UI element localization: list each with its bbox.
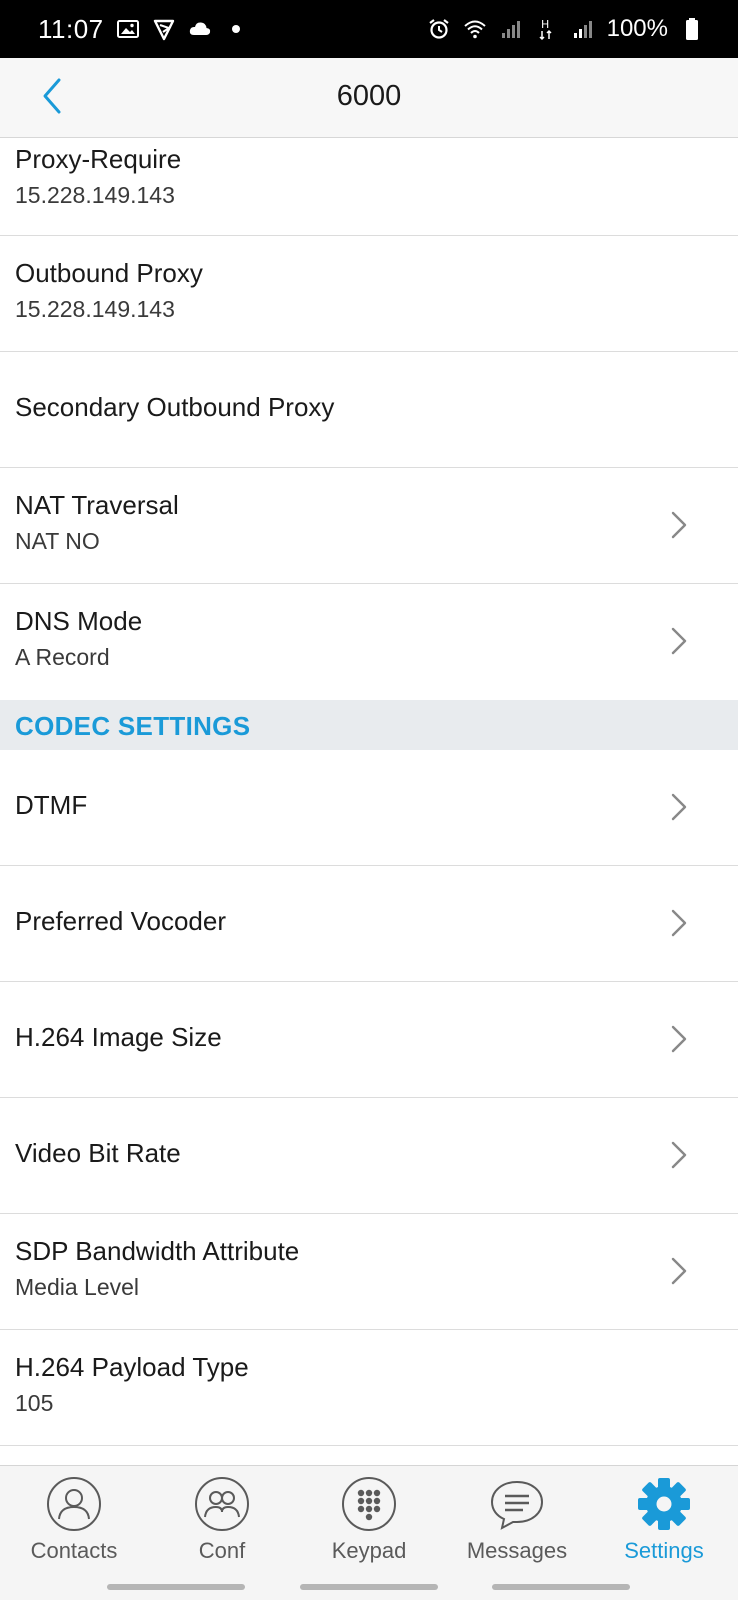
setting-value: NAT NO (15, 528, 100, 554)
setting-value: 105 (15, 1390, 54, 1416)
status-right: H 100% (427, 15, 704, 43)
signal-icon (499, 17, 523, 41)
setting-label: Secondary Outbound Proxy (15, 392, 335, 422)
cloud-icon (188, 17, 212, 41)
section-header-codec-settings: CODEC SETTINGS (0, 700, 738, 750)
battery-icon (680, 17, 704, 41)
settings-gear-icon (636, 1476, 692, 1532)
setting-value: Media Level (15, 1274, 140, 1300)
status-left: 11:07 (38, 14, 248, 45)
setting-label: Preferred Vocoder (15, 906, 227, 936)
chevron-right-icon (670, 626, 688, 656)
bottom-nav: Contacts Conf Keypad Messages Settings (0, 1465, 738, 1600)
setting-label: SDP Bandwidth Attribute (15, 1236, 300, 1266)
setting-row-proxy-require[interactable]: Proxy-Require 15.228.149.143 (0, 138, 738, 236)
app-notification-icon (152, 17, 176, 41)
chevron-right-icon (670, 792, 688, 822)
setting-value: A Record (15, 644, 110, 670)
hd-icon: H (535, 17, 559, 41)
setting-value: 15.228.149.143 (15, 296, 175, 322)
section-title: CODEC SETTINGS (15, 711, 251, 741)
setting-row-h264-payload-type[interactable]: H.264 Payload Type 105 (0, 1330, 738, 1446)
nav-label: Settings (624, 1538, 704, 1563)
nav-tab-settings[interactable]: Settings (590, 1476, 738, 1576)
wifi-icon (463, 17, 487, 41)
setting-row-h264-image-size[interactable]: H.264 Image Size (0, 982, 738, 1098)
setting-row-outbound-proxy[interactable]: Outbound Proxy 15.228.149.143 (0, 236, 738, 352)
status-time: 11:07 (38, 13, 104, 44)
nav-tab-messages[interactable]: Messages (443, 1476, 591, 1576)
settings-list[interactable]: Proxy-Require 15.228.149.143 Outbound Pr… (0, 138, 738, 1465)
page-title: 6000 (336, 80, 402, 112)
conference-icon (194, 1476, 250, 1532)
nav-label: Contacts (30, 1538, 118, 1563)
setting-row-dns-mode[interactable]: DNS Mode A Record (0, 584, 738, 700)
chevron-right-icon (670, 908, 688, 938)
setting-label: DTMF (15, 790, 88, 820)
setting-label: H.264 Image Size (15, 1022, 222, 1052)
chevron-right-icon (670, 1024, 688, 1054)
nav-label: Messages (466, 1538, 568, 1563)
status-bar: 11:07 H 100% (0, 0, 738, 58)
setting-row-video-bit-rate[interactable]: Video Bit Rate (0, 1098, 738, 1214)
nav-label: Keypad (331, 1538, 407, 1563)
keypad-icon (341, 1476, 397, 1532)
setting-label: DNS Mode (15, 606, 143, 636)
setting-label: NAT Traversal (15, 490, 179, 520)
gesture-bar-center (300, 1584, 438, 1590)
nav-tab-conf[interactable]: Conf (148, 1476, 296, 1576)
chevron-right-icon (670, 1256, 688, 1286)
setting-value: 15.228.149.143 (15, 182, 175, 208)
contacts-icon (46, 1476, 102, 1532)
chevron-right-icon (670, 510, 688, 540)
chevron-right-icon (670, 1140, 688, 1170)
setting-row-nat-traversal[interactable]: NAT Traversal NAT NO (0, 468, 738, 584)
nav-tab-keypad[interactable]: Keypad (295, 1476, 443, 1576)
setting-row-dtmf[interactable]: DTMF (0, 750, 738, 866)
app-header: 6000 (0, 58, 738, 138)
nav-tab-contacts[interactable]: Contacts (0, 1476, 148, 1576)
setting-label: H.264 Payload Type (15, 1352, 249, 1382)
gesture-bar-right (492, 1584, 630, 1590)
image-icon (116, 17, 140, 41)
nav-label: Conf (198, 1538, 246, 1563)
setting-label: Video Bit Rate (15, 1138, 181, 1168)
messages-icon (489, 1476, 545, 1532)
signal-icon (571, 17, 595, 41)
dot-icon (224, 17, 248, 41)
setting-row-preferred-vocoder[interactable]: Preferred Vocoder (0, 866, 738, 982)
setting-row-sdp-bandwidth-attribute[interactable]: SDP Bandwidth Attribute Media Level (0, 1214, 738, 1330)
svg-text:H: H (541, 18, 549, 31)
setting-row-secondary-outbound-proxy[interactable]: Secondary Outbound Proxy (0, 352, 738, 468)
setting-label: Outbound Proxy (15, 258, 203, 288)
setting-label: Proxy-Require (15, 144, 182, 174)
battery-percent: 100% (606, 15, 668, 42)
gesture-bar-left (107, 1584, 245, 1590)
alarm-icon (427, 17, 451, 41)
